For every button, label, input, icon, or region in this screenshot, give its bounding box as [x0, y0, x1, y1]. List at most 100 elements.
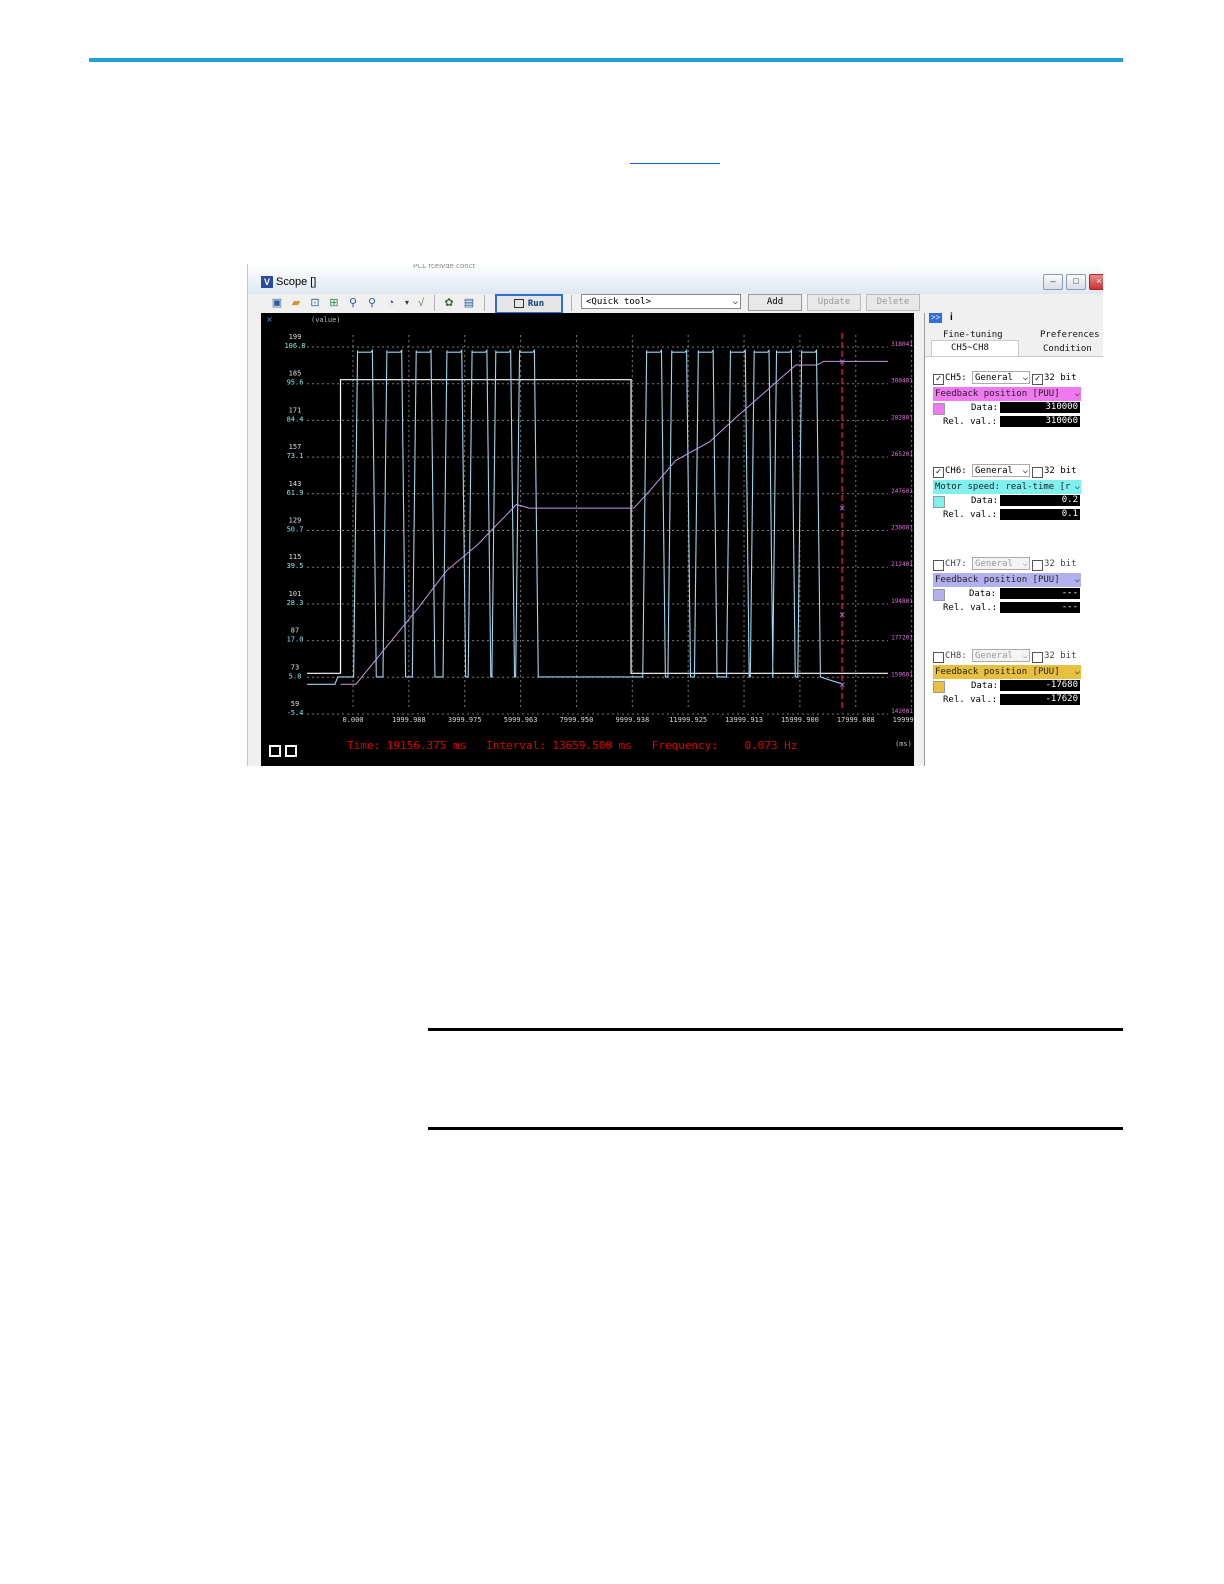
- signal-value: Motor speed: real-time [r: [935, 482, 1071, 492]
- quick-tool-select[interactable]: <Quick tool> ⌵: [581, 294, 741, 309]
- y-tick-label: 59: [291, 700, 299, 708]
- chevron-down-icon: ⌵: [732, 297, 738, 307]
- rel-value-label: Rel. val.:: [943, 510, 998, 520]
- zoom-out-icon[interactable]: ⚲: [365, 296, 379, 310]
- y-tick-label: 199: [289, 333, 302, 341]
- formula-icon[interactable]: √: [414, 296, 428, 310]
- channel-label: CH7:: [945, 559, 967, 569]
- bit-checkbox[interactable]: [1032, 467, 1043, 478]
- scope-window: PCL rceivde conct V Scope [] – □ × ▣ ▰ ⊡…: [247, 264, 1103, 766]
- time-value: 19156.375 ms: [386, 739, 467, 752]
- y-tick-label: 73.1: [287, 452, 304, 460]
- channel-color-swatch[interactable]: [933, 589, 945, 601]
- signal-value: Feedback position [PUU]: [935, 389, 1060, 399]
- settings-icon[interactable]: ✿: [442, 296, 456, 310]
- y-tick-label: 185: [289, 370, 302, 378]
- save-icon[interactable]: ▣: [270, 296, 284, 310]
- tab-preferences[interactable]: Preferences: [1040, 330, 1100, 340]
- channel-checkbox[interactable]: ✓: [933, 467, 944, 478]
- corner-marker: ×: [266, 315, 273, 324]
- scope-plot[interactable]: 0.000 1999.988 3999.975 5999.963 7999.950 999…: [261, 313, 914, 766]
- zoom-in-icon[interactable]: ⚲: [346, 296, 360, 310]
- bit-checkbox[interactable]: [1032, 652, 1043, 663]
- chevron-down-icon: ⌵: [1072, 573, 1080, 587]
- panel-expand-button[interactable]: >>: [929, 313, 942, 323]
- channel-block: CH7: General ⌵ 32 bit Feedback position [PUU…: [933, 557, 1103, 637]
- y-right-tick-label: 247601: [891, 488, 913, 495]
- chevron-down-icon: ⌵: [1072, 480, 1080, 494]
- channel-label: CH8:: [945, 651, 967, 661]
- minimize-button[interactable]: –: [1043, 274, 1063, 290]
- data-value: 310000: [1000, 402, 1080, 413]
- y-tick-label: 50.7: [287, 526, 304, 534]
- measure-icon[interactable]: ◔: [384, 296, 398, 310]
- y-tick-label: 5.8: [289, 672, 302, 680]
- y-tick-label: 129: [289, 517, 302, 525]
- bit-label: 32 bit: [1044, 373, 1077, 383]
- bit-checkbox[interactable]: [1032, 560, 1043, 571]
- y-tick-label: 73: [291, 663, 299, 671]
- rel-value: -17620: [1000, 694, 1080, 705]
- tab-condition[interactable]: Condition: [1043, 344, 1092, 354]
- data-label: Data:: [969, 589, 997, 599]
- y-tick-label: 106.8: [284, 342, 305, 350]
- channel-color-swatch[interactable]: [933, 403, 945, 415]
- signal-select[interactable]: Feedback position [PUU] ⌵: [933, 573, 1081, 587]
- y-right-tick-label: 159601: [891, 671, 913, 678]
- quick-tool-value: <Quick tool>: [586, 297, 652, 307]
- channel-checkbox[interactable]: [933, 560, 944, 571]
- tab-fine-tuning[interactable]: Fine-tuning: [943, 330, 1003, 340]
- series-line-cyan: [307, 348, 844, 685]
- channel-checkbox[interactable]: ✓: [933, 374, 944, 385]
- run-button[interactable]: Run: [495, 294, 563, 314]
- x-tick-label: 17999.888: [837, 716, 875, 724]
- rel-value-label: Rel. val.:: [943, 695, 998, 705]
- bit-checkbox[interactable]: ✓: [1032, 374, 1043, 385]
- info-icon[interactable]: i: [950, 312, 953, 323]
- background-tab: PCL rceivde conct: [413, 264, 476, 269]
- add-button[interactable]: Add: [748, 294, 802, 311]
- y-tick-label: 95.6: [287, 379, 304, 387]
- x-tick-label: 19999.875: [893, 716, 914, 724]
- x-tick-label: 5999.963: [504, 716, 538, 724]
- y-tick-label: 84.4: [287, 415, 304, 423]
- tab-ch5-ch8[interactable]: CH5~CH8: [951, 343, 989, 353]
- y-right-tick-label: 194801: [891, 598, 913, 605]
- channel-mode-select[interactable]: General ⌵: [972, 371, 1030, 384]
- channel-label: CH5:: [945, 373, 967, 383]
- update-button[interactable]: Update: [807, 294, 861, 311]
- interval-value: 13659.500 ms: [552, 739, 632, 752]
- channel-mode-select[interactable]: General ⌵: [972, 557, 1030, 570]
- cursor-toggle-a[interactable]: [269, 745, 281, 757]
- zoom-fit-icon[interactable]: ⊞: [327, 296, 341, 310]
- channel-mode-select[interactable]: General ⌵: [972, 649, 1030, 662]
- toolbar-separator: [484, 295, 485, 311]
- export-icon[interactable]: ▤: [462, 296, 476, 310]
- maximize-button[interactable]: □: [1066, 274, 1086, 290]
- hyperlink-underline[interactable]: [630, 163, 720, 164]
- signal-select[interactable]: Motor speed: real-time [r ⌵: [933, 480, 1081, 494]
- channel-panel: >> i Fine-tuning Preferences CH5~CH8 Con…: [924, 312, 1103, 766]
- channel-checkbox[interactable]: [933, 652, 944, 663]
- bit-label: 32 bit: [1044, 559, 1077, 569]
- signal-select[interactable]: Feedback position [PUU] ⌵: [933, 665, 1081, 679]
- signal-select[interactable]: Feedback position [PUU] ⌵: [933, 387, 1081, 401]
- y-tick-label: 157: [289, 443, 302, 451]
- channel-mode-value: General: [975, 466, 1013, 476]
- y-right-tick-label: 212401: [891, 561, 913, 568]
- y-right-tick-label: 265201: [891, 451, 913, 458]
- data-value: -17680: [1000, 680, 1080, 691]
- rel-value-label: Rel. val.:: [943, 417, 998, 427]
- open-icon[interactable]: ▰: [289, 296, 303, 310]
- toolbar-separator: [571, 295, 572, 311]
- delete-button[interactable]: Delete: [866, 294, 920, 311]
- dropdown-arrow-icon[interactable]: ▾: [400, 296, 414, 310]
- cursor-toggle-b[interactable]: [285, 745, 297, 757]
- channel-mode-select[interactable]: General ⌵: [972, 464, 1030, 477]
- channel-color-swatch[interactable]: [933, 681, 945, 693]
- channel-color-swatch[interactable]: [933, 496, 945, 508]
- x-tick-label: 0.000: [342, 716, 363, 724]
- fit-icon[interactable]: ⊡: [308, 296, 322, 310]
- close-button[interactable]: ×: [1089, 274, 1103, 290]
- cursor-marker: ×: [838, 611, 846, 621]
